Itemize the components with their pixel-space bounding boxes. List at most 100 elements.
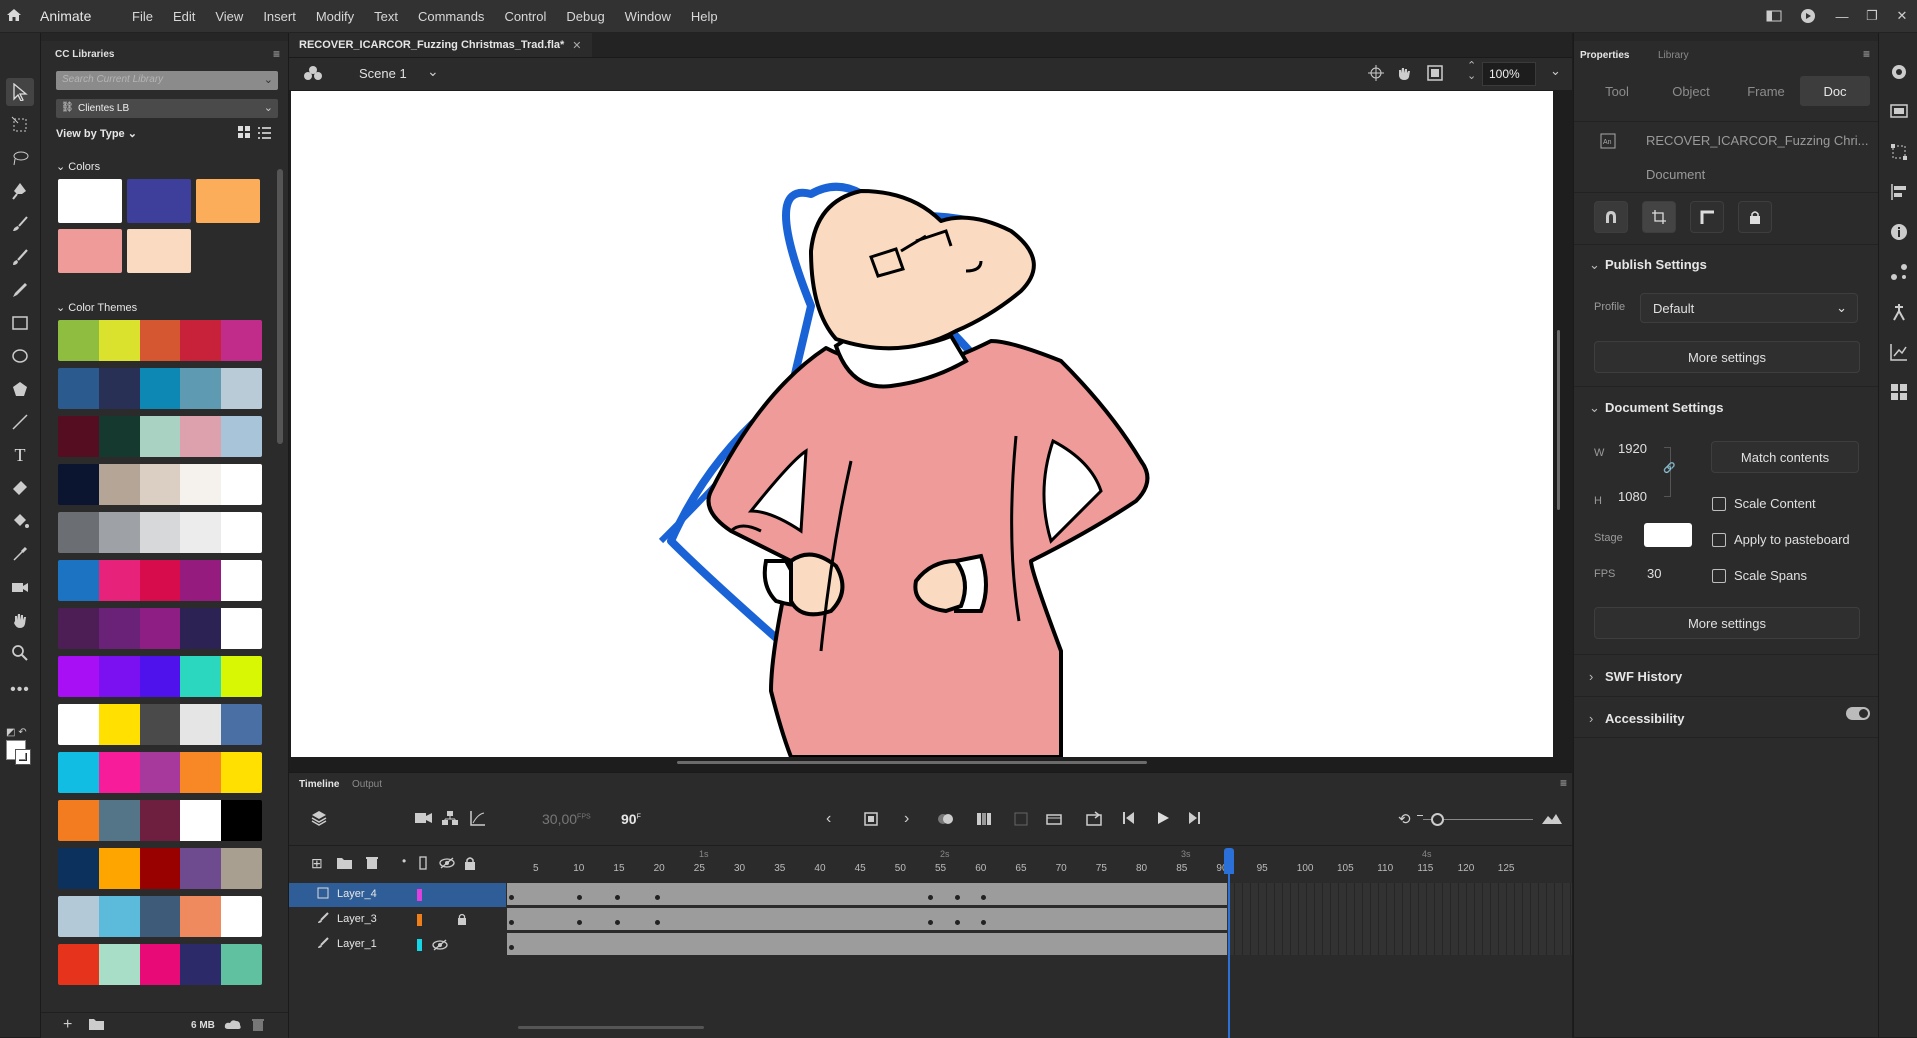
document-more-settings-button[interactable]: More settings [1594,607,1860,639]
layer-row[interactable]: Layer_4 [289,883,506,907]
paint-bucket-tool-icon[interactable] [6,507,34,535]
library-scrollbar[interactable] [275,151,285,1009]
onion-skin-icon[interactable] [937,812,955,829]
color-theme[interactable] [58,848,262,889]
layer-name[interactable]: Layer_4 [337,888,377,900]
keyframe[interactable] [955,895,960,900]
tab-frame[interactable]: Frame [1732,76,1800,106]
fill-color-swatch[interactable] [15,749,31,765]
keyframe[interactable] [509,945,514,950]
prev-keyframe-icon[interactable]: ‹ [826,810,831,828]
stage-color-swatch[interactable] [1644,523,1692,547]
delete-layer-icon[interactable] [366,856,378,872]
line-tool-icon[interactable] [6,408,34,436]
empty-frames[interactable] [1227,883,1572,955]
menu-window[interactable]: Window [615,0,681,32]
layer-row[interactable]: Layer_3 [289,908,506,932]
close-window-icon[interactable]: ✕ [1887,0,1917,32]
keyframe[interactable] [655,895,660,900]
color-theme[interactable] [58,560,262,601]
fps-display[interactable]: 30,00FPS [542,811,591,827]
keyframe[interactable] [928,895,933,900]
outline-layers-icon[interactable] [419,856,427,873]
playhead-handle[interactable] [1224,848,1234,874]
test-movie-icon[interactable] [1789,0,1827,32]
scrollbar-thumb[interactable] [277,169,283,444]
keyframe[interactable] [655,920,660,925]
timeline-scrollbar[interactable] [518,1026,704,1029]
color-swatch[interactable] [58,179,122,223]
folder-icon[interactable] [89,1018,104,1033]
color-theme[interactable] [58,320,262,361]
layer-outline-color[interactable] [417,939,422,951]
play-icon[interactable] [1156,811,1170,828]
library-select[interactable]: ⛓ Clientes LB ⌄ [56,99,278,118]
color-theme[interactable] [58,896,262,937]
keyframe[interactable] [955,920,960,925]
view-by-type-dropdown[interactable]: View by Type ⌄ [56,127,137,140]
zoom-slider-handle[interactable] [1431,813,1444,826]
profile-select[interactable]: Default ⌄ [1640,293,1858,323]
lock-all-layers-icon[interactable] [464,856,476,873]
polystar-tool-icon[interactable] [6,375,34,403]
frame-ruler[interactable]: 1s 2s 3s 4s 5 10 15 20 25 30 35 40 45 50 55 60 65 70 75 80… [507,848,1572,882]
cloud-icon[interactable] [224,1018,242,1033]
workspace-icon[interactable] [1759,0,1789,32]
timeline-menu-icon[interactable]: ≡ [1560,776,1567,790]
loop-playback-icon[interactable] [1086,811,1104,830]
layer-name[interactable]: Layer_3 [337,913,377,925]
frame-span-layer4[interactable] [507,883,1227,905]
color-swatch[interactable] [127,229,191,273]
menu-insert[interactable]: Insert [253,0,306,32]
close-tab-icon[interactable]: ✕ [572,39,581,52]
selection-tool-icon[interactable] [6,78,34,106]
zoom-input[interactable]: 100% [1482,62,1536,86]
info-icon[interactable] [1890,223,1908,244]
keyframe[interactable] [577,920,582,925]
zoom-stepper-icon[interactable]: ⌃ ⌄ [1467,61,1476,82]
keyframe[interactable] [928,920,933,925]
tab-object[interactable]: Object [1656,76,1726,106]
keyframe[interactable] [981,920,986,925]
minimize-icon[interactable]: — [1827,0,1857,32]
menu-commands[interactable]: Commands [408,0,494,32]
sync-graphics-icon[interactable] [1014,812,1028,829]
keyframe[interactable] [981,895,986,900]
publish-more-settings-button[interactable]: More settings [1594,341,1860,373]
list-view-icon[interactable] [258,126,271,142]
zoom-tool-icon[interactable] [6,639,34,667]
components-icon[interactable] [1890,383,1908,404]
new-layer-icon[interactable]: ⊞ [311,855,323,872]
link-dimensions-icon[interactable]: 🔗 [1663,463,1675,474]
clip-content-icon[interactable] [1427,65,1443,84]
stage-canvas[interactable] [291,91,1553,757]
new-folder-icon[interactable] [337,857,352,872]
layer-depth-icon[interactable] [442,810,458,829]
layer-outline-color[interactable] [417,889,422,901]
keyframe[interactable] [615,920,620,925]
document-settings-header[interactable]: ⌄ Document Settings [1589,400,1723,416]
pen-tool-icon[interactable] [6,177,34,205]
reset-zoom-icon[interactable]: ⟲ [1398,810,1411,828]
current-frame-display[interactable]: 90F [621,811,641,827]
timeline-zoom-slider[interactable] [1417,813,1533,826]
match-contents-button[interactable]: Match contents [1711,441,1859,473]
free-transform-tool-icon[interactable] [6,111,34,139]
edit-multiple-frames-icon[interactable] [976,812,992,829]
color-theme[interactable] [58,464,262,505]
color-theme[interactable] [58,368,262,409]
scale-content-checkbox[interactable] [1712,497,1726,511]
menu-control[interactable]: Control [494,0,556,32]
color-swatch[interactable] [127,179,191,223]
swf-history-header[interactable]: › SWF History [1589,669,1682,684]
swap-colors-icon[interactable]: ◩ ↶ [6,723,27,738]
panel-menu-icon[interactable]: ≡ [273,47,280,61]
menu-file[interactable]: File [122,0,163,32]
hand-tool-icon[interactable] [6,606,34,634]
color-theme[interactable] [58,704,262,745]
eyedropper-tool-icon[interactable] [6,540,34,568]
home-icon[interactable] [6,7,22,26]
color-swatch[interactable] [196,179,260,223]
keyframe[interactable] [509,895,514,900]
color-theme[interactable] [58,512,262,553]
